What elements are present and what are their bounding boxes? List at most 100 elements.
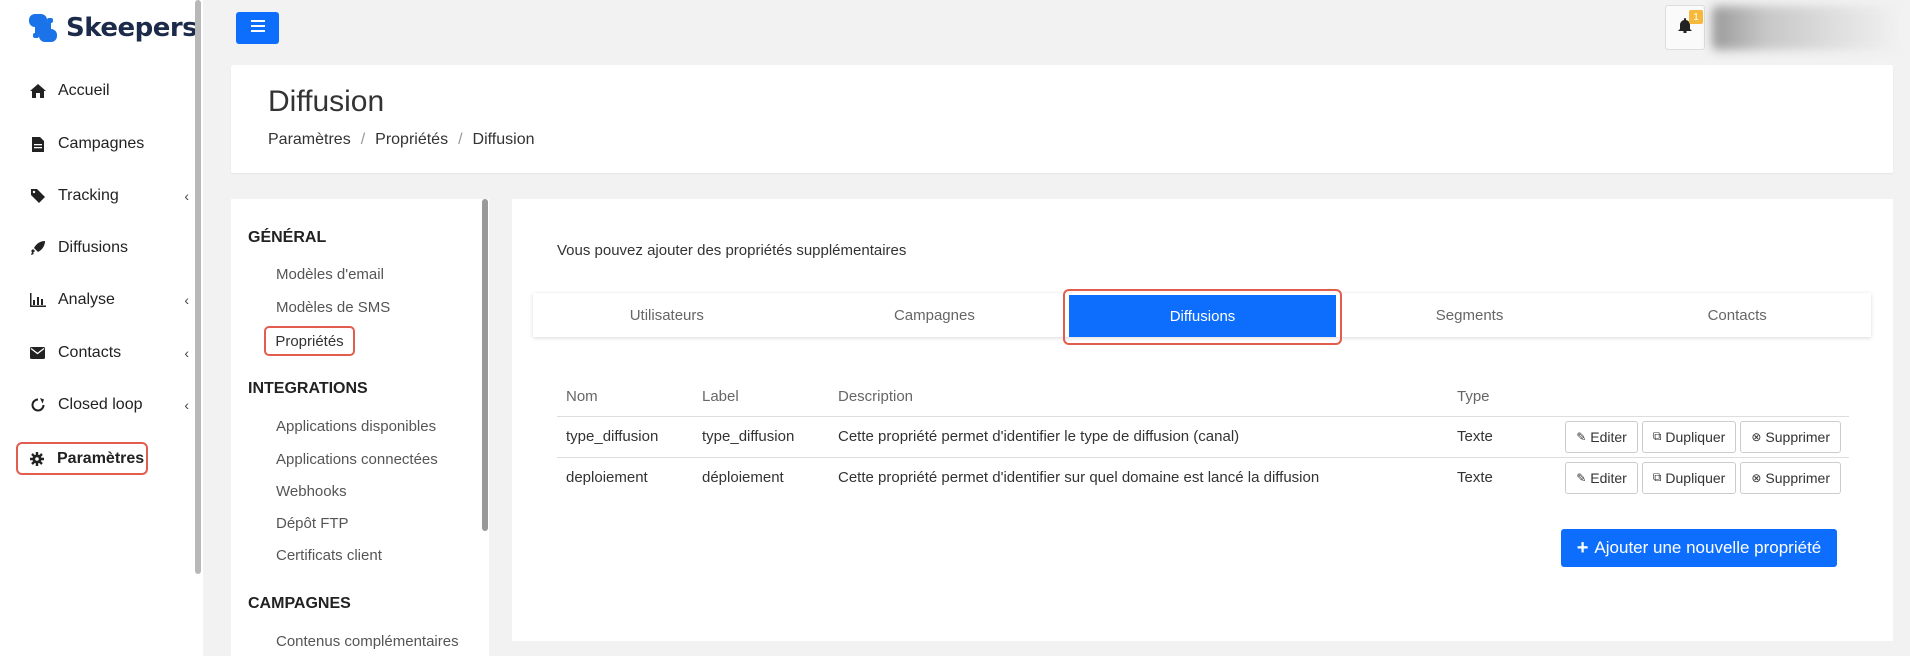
home-icon xyxy=(29,83,46,100)
edit-button-label: Editer xyxy=(1590,428,1627,445)
column-header-type: Type xyxy=(1457,387,1490,405)
column-header-actions xyxy=(1528,377,1849,416)
breadcrumb-separator: / xyxy=(458,131,463,148)
settings-nav-scrollbar[interactable] xyxy=(482,199,488,531)
sidebar-item-label: Accueil xyxy=(58,82,110,99)
intro-text: Vous pouvez ajouter des propriétés suppl… xyxy=(557,242,907,259)
breadcrumb-separator: / xyxy=(360,131,366,148)
table-row: type_diffusion type_diffusion Cette prop… xyxy=(557,415,1849,457)
cell-label: déploiement xyxy=(693,456,829,498)
notification-count-badge: 1 xyxy=(1689,10,1703,24)
times-circle-icon: ⊗ xyxy=(1751,470,1762,485)
tab-diffusions[interactable]: Diffusions xyxy=(1069,295,1336,337)
page-header: Diffusion Paramètres / Propriétés / Diff… xyxy=(231,65,1893,173)
brand-logo[interactable]: Skeepers xyxy=(27,12,198,44)
brand-name: Skeepers xyxy=(66,13,198,43)
edit-button-label: Editer xyxy=(1590,469,1627,486)
settings-link-applications-disponibles[interactable]: Applications disponibles xyxy=(276,418,436,435)
column-header-description: Description xyxy=(838,387,914,405)
settings-nav: GÉNÉRAL Modèles d'email Modèles de SMS P… xyxy=(231,199,489,656)
tab-utilisateurs[interactable]: Utilisateurs xyxy=(533,293,801,337)
properties-table: Nom Label Description Type type_diffusio… xyxy=(557,377,1849,498)
tab-campagnes[interactable]: Campagnes xyxy=(801,293,1069,337)
breadcrumb-item-diffusion: Diffusion xyxy=(472,131,535,148)
settings-link-applications-connectees[interactable]: Applications connectées xyxy=(276,451,438,468)
breadcrumb: Paramètres / Propriétés / Diffusion xyxy=(268,131,535,149)
copy-icon: ⧉ xyxy=(1652,429,1662,443)
add-property-button[interactable]: + Ajouter une nouvelle propriété xyxy=(1561,529,1837,567)
envelope-icon xyxy=(29,345,46,362)
sidebar-item-tracking[interactable]: Tracking ‹ xyxy=(29,176,189,216)
chevron-left-icon: ‹ xyxy=(184,345,189,361)
sidebar-item-label: Closed loop xyxy=(58,396,143,413)
edit-button[interactable]: ✎ Editer xyxy=(1565,420,1638,453)
user-account-menu[interactable] xyxy=(1712,6,1897,50)
settings-link-webhooks[interactable]: Webhooks xyxy=(276,483,347,500)
sidebar-item-label: Analyse xyxy=(58,291,115,308)
delete-button[interactable]: ⊗ Supprimer xyxy=(1740,420,1841,453)
cell-type: Texte xyxy=(1448,415,1528,457)
settings-link-modeles-sms[interactable]: Modèles de SMS xyxy=(276,299,390,316)
sidebar-item-diffusions[interactable]: Diffusions xyxy=(29,228,189,268)
sidebar-item-campagnes[interactable]: Campagnes xyxy=(29,124,189,164)
duplicate-button[interactable]: ⧉ Dupliquer xyxy=(1641,461,1737,494)
cell-actions: ✎ Editer ⧉ Dupliquer ⊗ Supprimer xyxy=(1528,415,1849,457)
delete-button-label: Supprimer xyxy=(1765,469,1830,486)
sidebar-item-label: Campagnes xyxy=(58,135,145,152)
edit-icon: ✎ xyxy=(1576,470,1587,485)
duplicate-button-label: Dupliquer xyxy=(1665,428,1726,445)
column-header-nom: Nom xyxy=(566,387,598,405)
cell-nom: deploiement xyxy=(557,456,693,498)
settings-section-integrations: INTEGRATIONS xyxy=(248,380,368,397)
sidebar-item-label: Diffusions xyxy=(58,239,128,256)
sidebar-item-closed-loop[interactable]: Closed loop ‹ xyxy=(29,385,189,425)
tab-contacts[interactable]: Contacts xyxy=(1603,293,1871,337)
sidebar-item-analyse[interactable]: Analyse ‹ xyxy=(29,280,189,320)
sidebar-item-label: Paramètres xyxy=(57,449,145,467)
settings-link-contenus-complementaires[interactable]: Contenus complémentaires xyxy=(276,633,459,650)
chevron-left-icon: ‹ xyxy=(184,397,189,413)
page-title: Diffusion xyxy=(268,85,385,118)
chevron-left-icon: ‹ xyxy=(184,292,189,308)
edit-button[interactable]: ✎ Editer xyxy=(1565,461,1638,494)
duplicate-button-label: Dupliquer xyxy=(1665,469,1726,486)
sidebar-scrollbar[interactable] xyxy=(195,0,201,574)
hamburger-icon xyxy=(250,19,265,37)
breadcrumb-item-parametres[interactable]: Paramètres xyxy=(268,131,351,149)
sidebar: Skeepers Accueil Campagnes Tracking ‹ Di… xyxy=(0,0,203,656)
rocket-icon xyxy=(29,240,46,257)
skeepers-logo-icon xyxy=(27,12,59,44)
plus-icon: + xyxy=(1576,536,1589,559)
settings-link-modeles-email[interactable]: Modèles d'email xyxy=(276,266,384,283)
menu-toggle-button[interactable] xyxy=(236,12,279,44)
settings-link-certificats-client[interactable]: Certificats client xyxy=(276,547,382,564)
edit-icon: ✎ xyxy=(1576,429,1587,444)
sidebar-item-contacts[interactable]: Contacts ‹ xyxy=(29,333,189,373)
table-header-row: Nom Label Description Type xyxy=(557,377,1849,416)
cell-actions: ✎ Editer ⧉ Dupliquer ⊗ Supprimer xyxy=(1528,456,1849,498)
copy-icon: ⧉ xyxy=(1652,470,1662,485)
properties-panel: Vous pouvez ajouter des propriétés suppl… xyxy=(512,199,1893,641)
cell-label: type_diffusion xyxy=(693,415,829,457)
sidebar-item-accueil[interactable]: Accueil xyxy=(29,71,189,111)
cell-type: Texte xyxy=(1448,456,1528,498)
gear-icon xyxy=(28,450,45,467)
breadcrumb-item-proprietes[interactable]: Propriétés xyxy=(375,131,448,149)
delete-button-label: Supprimer xyxy=(1765,428,1830,445)
sidebar-item-parametres[interactable]: Paramètres xyxy=(16,442,148,475)
settings-link-proprietes[interactable]: Propriétés xyxy=(264,326,355,356)
delete-button[interactable]: ⊗ Supprimer xyxy=(1740,461,1841,494)
tab-segments[interactable]: Segments xyxy=(1336,293,1604,337)
bar-chart-icon xyxy=(29,292,46,309)
column-header-label: Label xyxy=(702,387,739,405)
settings-link-depot-ftp[interactable]: Dépôt FTP xyxy=(276,515,349,532)
cell-description: Cette propriété permet d'identifier sur … xyxy=(829,456,1448,498)
cell-nom: type_diffusion xyxy=(557,415,693,457)
duplicate-button[interactable]: ⧉ Dupliquer xyxy=(1641,420,1737,453)
table-row: deploiement déploiement Cette propriété … xyxy=(557,456,1849,498)
cell-description: Cette propriété permet d'identifier le t… xyxy=(829,415,1448,457)
chevron-left-icon: ‹ xyxy=(184,188,189,204)
sidebar-item-label: Tracking xyxy=(58,187,119,204)
add-property-label: Ajouter une nouvelle propriété xyxy=(1594,538,1822,557)
refresh-icon xyxy=(29,397,46,414)
